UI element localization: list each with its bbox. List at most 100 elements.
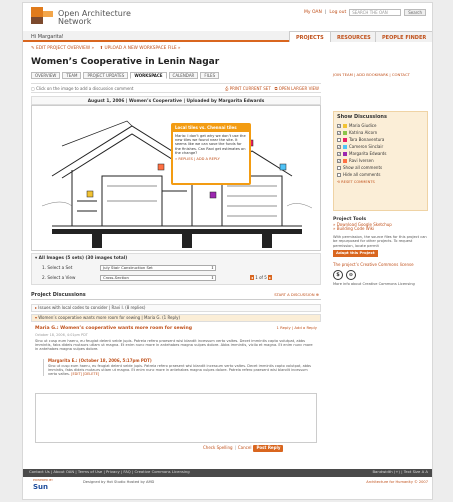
filter-person[interactable]: ✓ Katrina Alcorn [337,130,424,136]
popup-body: Maria: I don’t get why we don’t use the … [175,133,246,156]
workspace-hint: Click on the image to add a discussion c… [36,86,134,91]
search-input[interactable]: SEARCH THE OAN [349,9,402,16]
footer-links[interactable]: Contact Us | About OAN | Terms of Use | … [29,469,190,474]
checkbox[interactable]: ✓ [337,159,341,163]
chevron-down-icon: ⇕ [210,275,214,280]
checkbox[interactable]: ✓ [337,152,341,156]
checkbox[interactable]: ✓ [337,131,341,135]
footer-bar: Contact Us | About OAN | Terms of Use | … [23,469,432,477]
filter-person[interactable]: ✓ Margarita Edwards [337,151,424,157]
hide-all-comments[interactable]: Hide all comments [337,172,424,178]
cc-more-info-link[interactable]: More info about Creative Commons Licensi… [333,282,428,286]
tab-project-updates[interactable]: PROJECT UPDATES [83,72,129,79]
building-code-wiki-link[interactable]: » Building Code Wiki [333,226,428,232]
tab-overview[interactable]: OVERVIEW [31,72,61,79]
tab-projects[interactable]: PROJECTS [289,31,331,42]
filter-person[interactable]: ✓ Cameron Sinclair [337,144,424,150]
logout-link[interactable]: Log out [329,10,346,15]
image-caption: August 1, 2006 | Women’s Cooperative | U… [31,96,321,105]
discussion-post: Maria G.: Women’s cooperative wants more… [35,325,317,352]
adapt-project-button[interactable]: Adapt this Project [333,250,378,257]
cc-share-alike-icon: ⊙ [346,270,356,281]
tab-resources[interactable]: RESOURCES [330,31,378,42]
color-swatch [343,145,347,149]
show-discussions-panel: Show Discussions ✓ Maria Giudice ✓ Katri… [333,111,428,211]
discussions-header: Project Discussions START A DISCUSSION ⊕ [31,292,321,300]
select-set-label: 1. Select a Set [42,265,73,270]
select-view-dropdown[interactable]: Cross-Section ⇕ [100,275,216,281]
search-button[interactable]: Search [404,9,426,16]
footer-credits: POWERED BY Sun Designed by Hot Studio Ho… [23,477,432,499]
delete-reply-link[interactable]: [DELETE] [83,372,99,376]
print-icon: ⎙ [225,86,229,91]
edit-overview-link[interactable]: EDIT PROJECT OVERVIEW » [36,46,94,51]
expand-arrow-icon: ▸ [35,305,38,310]
post-reply-links[interactable]: 1 Reply | Add a Reply [277,325,317,331]
collapse-icon[interactable]: ▾ [35,256,37,261]
my-oan-link[interactable]: My OAN [304,10,322,15]
comment-popup[interactable]: Local tiles vs. Chennai tiles Maria: I d… [171,123,251,185]
reset-comments-link[interactable]: RESET COMMENTS [341,180,375,184]
show-all-comments[interactable]: Show all comments [337,165,424,171]
post-body: Sino ut cusp eum haeru, eu feugiat delen… [35,338,313,352]
tab-people-finder[interactable]: PEOPLE FINDER [375,31,432,42]
select-view-label: 2. Select a View [42,275,76,280]
open-larger-view-link[interactable]: OPEN LARGER VIEW [279,86,319,91]
select-set-dropdown[interactable]: July Stair Construction Set ⇕ [100,265,216,271]
discussion-row[interactable]: ▸ Issues with local codes to consider | … [31,304,321,312]
chevron-down-icon: ⇕ [210,265,214,270]
post-title: Maria G.: Women’s cooperative wants more… [35,326,193,331]
tab-workspace[interactable]: WORKSPACE [130,72,167,79]
filter-person[interactable]: ✓ Maria Giudice [337,123,424,129]
all-images-header: All Images (5 sets) (30 images total) [38,256,128,261]
tab-files[interactable]: FILES [200,72,220,79]
discussion-row-active[interactable]: ▾ Women’s cooperative wants more room fo… [31,314,321,322]
checkbox[interactable]: ✓ [337,124,341,128]
upload-file-link[interactable]: UPLOAD A NEW WORKSPACE FILE » [105,46,181,51]
sun-logo[interactable]: Sun [33,483,48,491]
color-swatch [343,138,347,142]
project-subtabs: OVERVIEW TEAM PROJECT UPDATES WORKSPACE … [31,72,220,79]
print-set-link[interactable]: PRINT CURRENT SET [230,86,271,91]
prev-arrow-icon[interactable]: ◂ [250,275,255,280]
header-links: My OAN | Log out SEARCH THE OAN Search [304,9,426,16]
color-swatch [343,124,347,128]
permission-text: With permission, the source files for th… [333,235,427,248]
checkbox[interactable] [337,166,341,170]
show-discussions-title: Show Discussions [337,114,387,120]
checkbox[interactable] [337,173,341,177]
color-swatch [343,131,347,135]
filter-person[interactable]: Tara Bonaventura [337,137,424,143]
popup-title: Local tiles vs. Chennai tiles [173,125,249,132]
next-arrow-icon[interactable]: ▸ [268,275,273,280]
reset-icon: ⟲ [337,180,341,184]
check-spelling-link[interactable]: Check Spelling [203,445,233,451]
comment-icon: ▢ [31,86,35,91]
sidebar-top-links[interactable]: JOIN TEAM | ADD BOOKMARK | CONTACT [333,72,410,77]
workspace-toolbar: ▢ Click on the image to add a discussion… [31,83,321,93]
color-swatch [343,152,347,156]
brand-line-2: Network [58,17,92,26]
footer-controls[interactable]: Bandwidth (+) | Text Size A A [372,469,428,475]
post-timestamp: October 18, 2006, 4:01pm PDT [35,332,88,337]
post-reply-button[interactable]: Post Reply [253,445,284,452]
tab-calendar[interactable]: CALENDAR [168,72,199,79]
project-tools: Project Tools » Download Google Sketchup… [333,217,428,287]
edit-reply-link[interactable]: [EDIT] [71,372,82,376]
filter-person[interactable]: ✓ Ravi Iversen [337,158,424,164]
logo-mark [31,7,43,17]
image-pager: ◂ 1 of 5 ▸ [250,275,273,281]
reply-actions: Check Spelling | Cancel Post Reply [203,445,284,452]
start-discussion-link[interactable]: START A DISCUSSION [274,292,314,297]
checkbox[interactable]: ✓ [337,145,341,149]
copyright-text: Architecture for Humanity © 2007 [366,480,428,484]
checkbox[interactable] [337,138,341,142]
main-nav: Hi Margarita! PROJECTS RESOURCES PEOPLE … [23,31,432,42]
all-images-panel: ▾ All Images (5 sets) (30 images total) … [31,253,321,285]
tab-team[interactable]: TEAM [62,72,82,79]
collapse-arrow-icon: ▾ [35,315,38,320]
cancel-link[interactable]: Cancel [238,445,252,451]
reply-textarea[interactable] [35,393,317,443]
project-actions: ✎ EDIT PROJECT OVERVIEW » ⬆ UPLOAD A NEW… [31,46,181,51]
popup-reply-links[interactable]: » REPLIES | ADD A REPLY [175,157,247,161]
